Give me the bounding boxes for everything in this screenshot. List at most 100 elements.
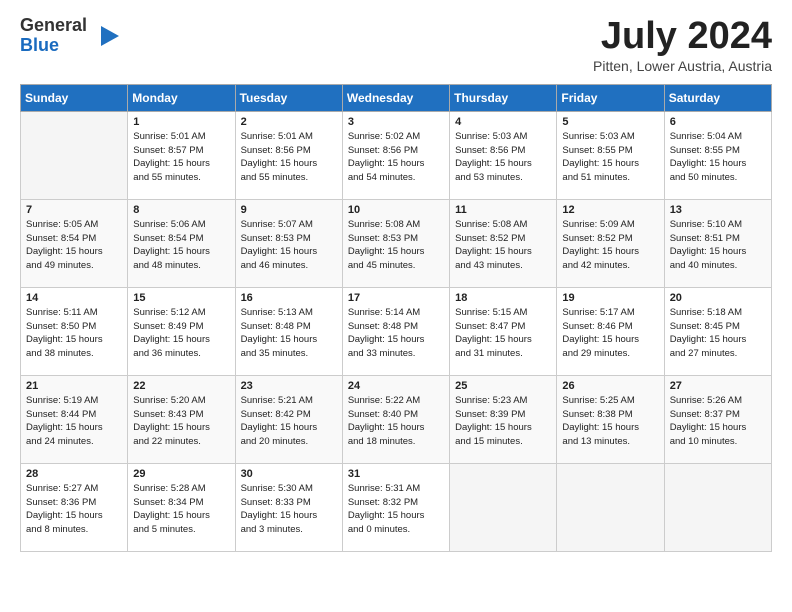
- calendar-day-cell: 12 Sunrise: 5:09 AM Sunset: 8:52 PM Dayli…: [557, 199, 664, 287]
- day-info: Sunrise: 5:15 AM Sunset: 8:47 PM Dayligh…: [455, 306, 551, 361]
- day-number: 7: [26, 204, 122, 216]
- weekday-header: Friday: [557, 84, 664, 111]
- day-number: 31: [348, 468, 444, 480]
- day-info: Sunrise: 5:05 AM Sunset: 8:54 PM Dayligh…: [26, 218, 122, 273]
- day-info: Sunrise: 5:01 AM Sunset: 8:57 PM Dayligh…: [133, 130, 229, 185]
- logo-general-text: General: [20, 15, 87, 35]
- calendar-day-cell: 1 Sunrise: 5:01 AM Sunset: 8:57 PM Daylig…: [128, 111, 235, 199]
- day-info: Sunrise: 5:19 AM Sunset: 8:44 PM Dayligh…: [26, 394, 122, 449]
- calendar-week-row: 14 Sunrise: 5:11 AM Sunset: 8:50 PM Dayli…: [21, 287, 772, 375]
- day-info: Sunrise: 5:21 AM Sunset: 8:42 PM Dayligh…: [241, 394, 337, 449]
- weekday-header: Saturday: [664, 84, 771, 111]
- day-number: 22: [133, 380, 229, 392]
- day-info: Sunrise: 5:08 AM Sunset: 8:52 PM Dayligh…: [455, 218, 551, 273]
- day-number: 12: [562, 204, 658, 216]
- title-block: July 2024 Pitten, Lower Austria, Austria: [593, 16, 772, 74]
- calendar-day-cell: 20 Sunrise: 5:18 AM Sunset: 8:45 PM Dayli…: [664, 287, 771, 375]
- calendar-day-cell: 24Sunrise: 5:22 AM Sunset: 8:40 PM Dayli…: [342, 375, 449, 463]
- day-info: Sunrise: 5:04 AM Sunset: 8:55 PM Dayligh…: [670, 130, 766, 185]
- day-number: 6: [670, 116, 766, 128]
- calendar-day-cell: 27Sunrise: 5:26 AM Sunset: 8:37 PM Dayli…: [664, 375, 771, 463]
- location-subtitle: Pitten, Lower Austria, Austria: [593, 58, 772, 74]
- calendar-week-row: 28Sunrise: 5:27 AM Sunset: 8:36 PM Dayli…: [21, 463, 772, 551]
- day-info: Sunrise: 5:23 AM Sunset: 8:39 PM Dayligh…: [455, 394, 551, 449]
- day-info: Sunrise: 5:11 AM Sunset: 8:50 PM Dayligh…: [26, 306, 122, 361]
- calendar-day-cell: 5Sunrise: 5:03 AM Sunset: 8:55 PM Daylig…: [557, 111, 664, 199]
- day-info: Sunrise: 5:09 AM Sunset: 8:52 PM Dayligh…: [562, 218, 658, 273]
- calendar-day-cell: 17 Sunrise: 5:14 AM Sunset: 8:48 PM Dayli…: [342, 287, 449, 375]
- calendar-day-cell: 21 Sunrise: 5:19 AM Sunset: 8:44 PM Dayli…: [21, 375, 128, 463]
- day-info: Sunrise: 5:06 AM Sunset: 8:54 PM Dayligh…: [133, 218, 229, 273]
- day-info: Sunrise: 5:07 AM Sunset: 8:53 PM Dayligh…: [241, 218, 337, 273]
- calendar-day-cell: 16Sunrise: 5:13 AM Sunset: 8:48 PM Dayli…: [235, 287, 342, 375]
- day-number: 1: [133, 116, 229, 128]
- day-info: Sunrise: 5:17 AM Sunset: 8:46 PM Dayligh…: [562, 306, 658, 361]
- logo-blue-text: Blue: [20, 35, 59, 55]
- day-info: Sunrise: 5:26 AM Sunset: 8:37 PM Dayligh…: [670, 394, 766, 449]
- day-number: 3: [348, 116, 444, 128]
- day-number: 23: [241, 380, 337, 392]
- day-number: 20: [670, 292, 766, 304]
- day-number: 9: [241, 204, 337, 216]
- day-info: Sunrise: 5:22 AM Sunset: 8:40 PM Dayligh…: [348, 394, 444, 449]
- calendar-day-cell: 2Sunrise: 5:01 AM Sunset: 8:56 PM Daylig…: [235, 111, 342, 199]
- day-number: 15: [133, 292, 229, 304]
- logo: General Blue: [20, 16, 119, 56]
- day-info: Sunrise: 5:13 AM Sunset: 8:48 PM Dayligh…: [241, 306, 337, 361]
- day-info: Sunrise: 5:12 AM Sunset: 8:49 PM Dayligh…: [133, 306, 229, 361]
- logo-icon: [91, 22, 119, 50]
- day-info: Sunrise: 5:14 AM Sunset: 8:48 PM Dayligh…: [348, 306, 444, 361]
- day-number: 25: [455, 380, 551, 392]
- calendar-day-cell: 7 Sunrise: 5:05 AM Sunset: 8:54 PM Daylig…: [21, 199, 128, 287]
- month-title: July 2024: [593, 16, 772, 58]
- day-info: Sunrise: 5:10 AM Sunset: 8:51 PM Dayligh…: [670, 218, 766, 273]
- day-number: 19: [562, 292, 658, 304]
- calendar-day-cell: 29 Sunrise: 5:28 AM Sunset: 8:34 PM Dayli…: [128, 463, 235, 551]
- calendar-day-cell: 15 Sunrise: 5:12 AM Sunset: 8:49 PM Dayli…: [128, 287, 235, 375]
- day-number: 4: [455, 116, 551, 128]
- calendar-week-row: 1 Sunrise: 5:01 AM Sunset: 8:57 PM Daylig…: [21, 111, 772, 199]
- calendar-day-cell: [21, 111, 128, 199]
- day-number: 14: [26, 292, 122, 304]
- calendar-day-cell: 22Sunrise: 5:20 AM Sunset: 8:43 PM Dayli…: [128, 375, 235, 463]
- weekday-header: Sunday: [21, 84, 128, 111]
- calendar-day-cell: [664, 463, 771, 551]
- day-info: Sunrise: 5:01 AM Sunset: 8:56 PM Dayligh…: [241, 130, 337, 185]
- weekday-header: Monday: [128, 84, 235, 111]
- day-info: Sunrise: 5:30 AM Sunset: 8:33 PM Dayligh…: [241, 482, 337, 537]
- day-number: 21: [26, 380, 122, 392]
- calendar-day-cell: 30Sunrise: 5:30 AM Sunset: 8:33 PM Dayli…: [235, 463, 342, 551]
- day-info: Sunrise: 5:18 AM Sunset: 8:45 PM Dayligh…: [670, 306, 766, 361]
- calendar-week-row: 21 Sunrise: 5:19 AM Sunset: 8:44 PM Dayli…: [21, 375, 772, 463]
- calendar-day-cell: 25 Sunrise: 5:23 AM Sunset: 8:39 PM Dayli…: [450, 375, 557, 463]
- calendar-day-cell: 6 Sunrise: 5:04 AM Sunset: 8:55 PM Daylig…: [664, 111, 771, 199]
- page-header: General Blue July 2024 Pitten, Lower Aus…: [20, 16, 772, 74]
- calendar-table: SundayMondayTuesdayWednesdayThursdayFrid…: [20, 84, 772, 552]
- day-number: 17: [348, 292, 444, 304]
- day-number: 29: [133, 468, 229, 480]
- header-row: SundayMondayTuesdayWednesdayThursdayFrid…: [21, 84, 772, 111]
- day-number: 8: [133, 204, 229, 216]
- calendar-day-cell: 31 Sunrise: 5:31 AM Sunset: 8:32 PM Dayli…: [342, 463, 449, 551]
- day-info: Sunrise: 5:03 AM Sunset: 8:55 PM Dayligh…: [562, 130, 658, 185]
- day-info: Sunrise: 5:08 AM Sunset: 8:53 PM Dayligh…: [348, 218, 444, 273]
- calendar-day-cell: 4Sunrise: 5:03 AM Sunset: 8:56 PM Daylig…: [450, 111, 557, 199]
- calendar-day-cell: 28Sunrise: 5:27 AM Sunset: 8:36 PM Dayli…: [21, 463, 128, 551]
- weekday-header: Wednesday: [342, 84, 449, 111]
- day-number: 13: [670, 204, 766, 216]
- weekday-header: Tuesday: [235, 84, 342, 111]
- calendar-day-cell: 23 Sunrise: 5:21 AM Sunset: 8:42 PM Dayli…: [235, 375, 342, 463]
- calendar-week-row: 7 Sunrise: 5:05 AM Sunset: 8:54 PM Daylig…: [21, 199, 772, 287]
- day-info: Sunrise: 5:28 AM Sunset: 8:34 PM Dayligh…: [133, 482, 229, 537]
- day-info: Sunrise: 5:31 AM Sunset: 8:32 PM Dayligh…: [348, 482, 444, 537]
- day-number: 26: [562, 380, 658, 392]
- calendar-day-cell: [450, 463, 557, 551]
- day-info: Sunrise: 5:02 AM Sunset: 8:56 PM Dayligh…: [348, 130, 444, 185]
- calendar-day-cell: [557, 463, 664, 551]
- day-number: 18: [455, 292, 551, 304]
- weekday-header: Thursday: [450, 84, 557, 111]
- calendar-day-cell: 18 Sunrise: 5:15 AM Sunset: 8:47 PM Dayli…: [450, 287, 557, 375]
- day-number: 10: [348, 204, 444, 216]
- calendar-day-cell: 19 Sunrise: 5:17 AM Sunset: 8:46 PM Dayli…: [557, 287, 664, 375]
- day-info: Sunrise: 5:27 AM Sunset: 8:36 PM Dayligh…: [26, 482, 122, 537]
